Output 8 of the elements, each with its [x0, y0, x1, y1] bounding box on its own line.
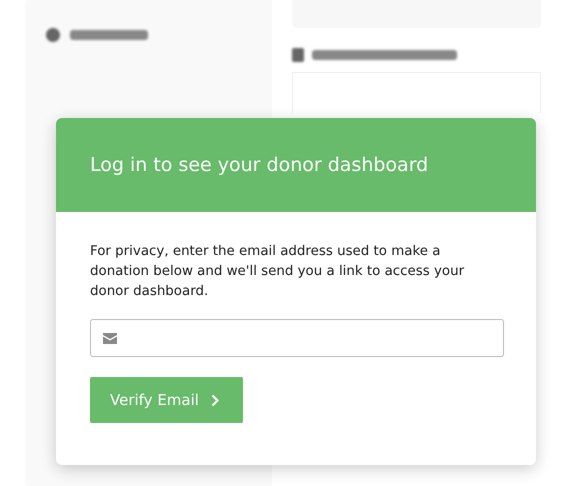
chevron-icon [210, 394, 219, 406]
email-field[interactable] [90, 319, 504, 357]
envelope-icon [103, 332, 117, 344]
verify-email-button[interactable]: Verify Email [90, 377, 243, 423]
dialog-message: For privacy, enter the email address used to make a donation below and we'll send you a link to access your donor dashboard. [90, 243, 466, 301]
blurred-icon [46, 28, 60, 42]
dialog-title: Log in to see your donor dashboard [90, 154, 428, 176]
blurred-icon [292, 48, 304, 62]
